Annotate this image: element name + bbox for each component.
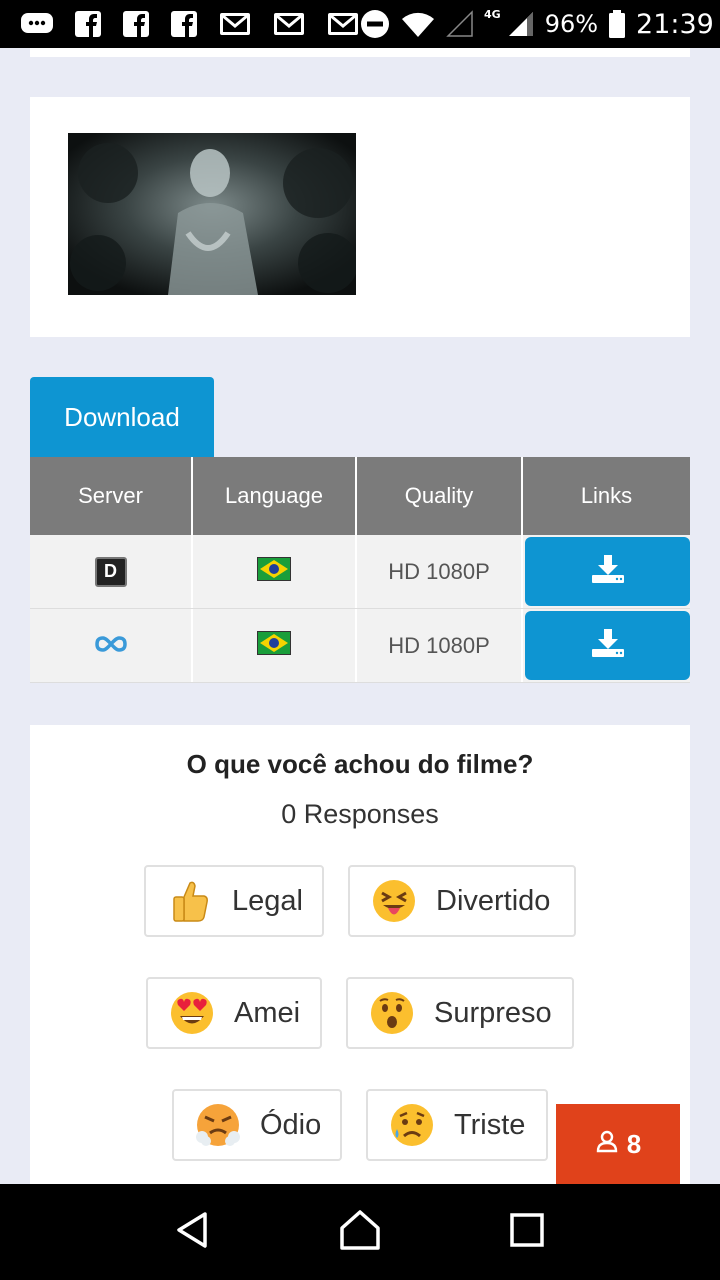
link-cell bbox=[523, 609, 690, 682]
infinity-icon bbox=[94, 633, 128, 659]
signal-icon bbox=[507, 10, 535, 38]
user-icon bbox=[595, 1129, 619, 1160]
quality-cell: HD 1080P bbox=[357, 535, 523, 608]
reaction-label: Divertido bbox=[436, 884, 551, 917]
reaction-odio-button[interactable]: Ódio bbox=[172, 1089, 342, 1161]
back-button[interactable] bbox=[163, 1202, 223, 1262]
table-row: D HD 1080P bbox=[30, 535, 690, 609]
language-cell bbox=[193, 609, 357, 682]
reaction-label: Amei bbox=[234, 996, 301, 1029]
link-cell bbox=[523, 535, 690, 608]
reaction-amei-button[interactable]: Amei bbox=[146, 977, 322, 1049]
reaction-label: Triste bbox=[454, 1108, 526, 1141]
reaction-label: Legal bbox=[232, 884, 303, 917]
facebook-icon bbox=[170, 10, 198, 38]
battery-percent: 96% bbox=[544, 10, 599, 38]
chat-bubble-icon bbox=[20, 10, 54, 38]
gmail-icon bbox=[218, 10, 252, 38]
video-card bbox=[30, 97, 690, 337]
header-server: Server bbox=[30, 457, 193, 535]
quality-cell: HD 1080P bbox=[357, 609, 523, 682]
sad-emoji-icon bbox=[390, 1103, 434, 1147]
heart-eyes-emoji-icon bbox=[170, 991, 214, 1035]
home-button[interactable] bbox=[330, 1202, 390, 1262]
thumbs-up-icon bbox=[168, 879, 212, 923]
server-cell bbox=[30, 609, 193, 682]
server-d-icon: D bbox=[94, 556, 127, 587]
recents-square-icon bbox=[509, 1212, 545, 1253]
download-icon bbox=[590, 553, 626, 591]
reaction-label: Surpreso bbox=[434, 996, 552, 1029]
language-cell bbox=[193, 535, 357, 608]
video-thumbnail[interactable] bbox=[68, 133, 356, 295]
header-language: Language bbox=[193, 457, 357, 535]
status-bar: 4G 96% 21:39 bbox=[0, 0, 720, 48]
angry-emoji-icon bbox=[196, 1103, 240, 1147]
do-not-disturb-icon bbox=[360, 9, 390, 39]
brazil-flag-icon bbox=[257, 556, 291, 587]
reaction-label: Ódio bbox=[260, 1108, 322, 1141]
online-users-count: 8 bbox=[626, 1128, 642, 1159]
reaction-legal-button[interactable]: Legal bbox=[144, 865, 324, 937]
gmail-icon bbox=[326, 10, 360, 38]
facebook-icon bbox=[122, 10, 150, 38]
reaction-surpreso-button[interactable]: Surpreso bbox=[346, 977, 574, 1049]
facebook-icon bbox=[74, 10, 102, 38]
server-cell: D bbox=[30, 535, 193, 608]
tongue-emoji-icon bbox=[372, 879, 416, 923]
header-quality: Quality bbox=[357, 457, 523, 535]
online-users-badge[interactable]: 8 bbox=[556, 1104, 680, 1184]
battery-icon bbox=[608, 9, 626, 39]
header-links: Links bbox=[580, 483, 633, 508]
back-triangle-icon bbox=[173, 1210, 213, 1255]
reaction-triste-button[interactable]: Triste bbox=[366, 1089, 548, 1161]
download-icon bbox=[590, 627, 626, 665]
table-row: HD 1080P bbox=[30, 609, 690, 683]
gmail-icon bbox=[272, 10, 306, 38]
brazil-flag-icon bbox=[257, 630, 291, 661]
wifi-icon bbox=[400, 9, 436, 39]
tab-download[interactable]: Download bbox=[30, 377, 214, 457]
navigation-bar bbox=[0, 1184, 720, 1280]
responses-count: 0 Responses bbox=[281, 799, 439, 829]
network-type: 4G bbox=[484, 7, 501, 21]
clock: 21:39 bbox=[636, 8, 714, 40]
table-header: Server Language Quality Links bbox=[30, 457, 690, 535]
reaction-divertido-button[interactable]: Divertido bbox=[348, 865, 576, 937]
download-button[interactable] bbox=[525, 611, 690, 680]
surprised-emoji-icon bbox=[370, 991, 414, 1035]
download-table: Server Language Quality Links D HD 1080P bbox=[30, 457, 690, 683]
reactions-title: O que você achou do filme? bbox=[186, 749, 534, 779]
home-icon bbox=[338, 1208, 382, 1257]
download-button[interactable] bbox=[525, 537, 690, 606]
content-card-edge bbox=[30, 48, 690, 57]
recents-button[interactable] bbox=[497, 1202, 557, 1262]
signal-empty-icon bbox=[446, 10, 474, 38]
